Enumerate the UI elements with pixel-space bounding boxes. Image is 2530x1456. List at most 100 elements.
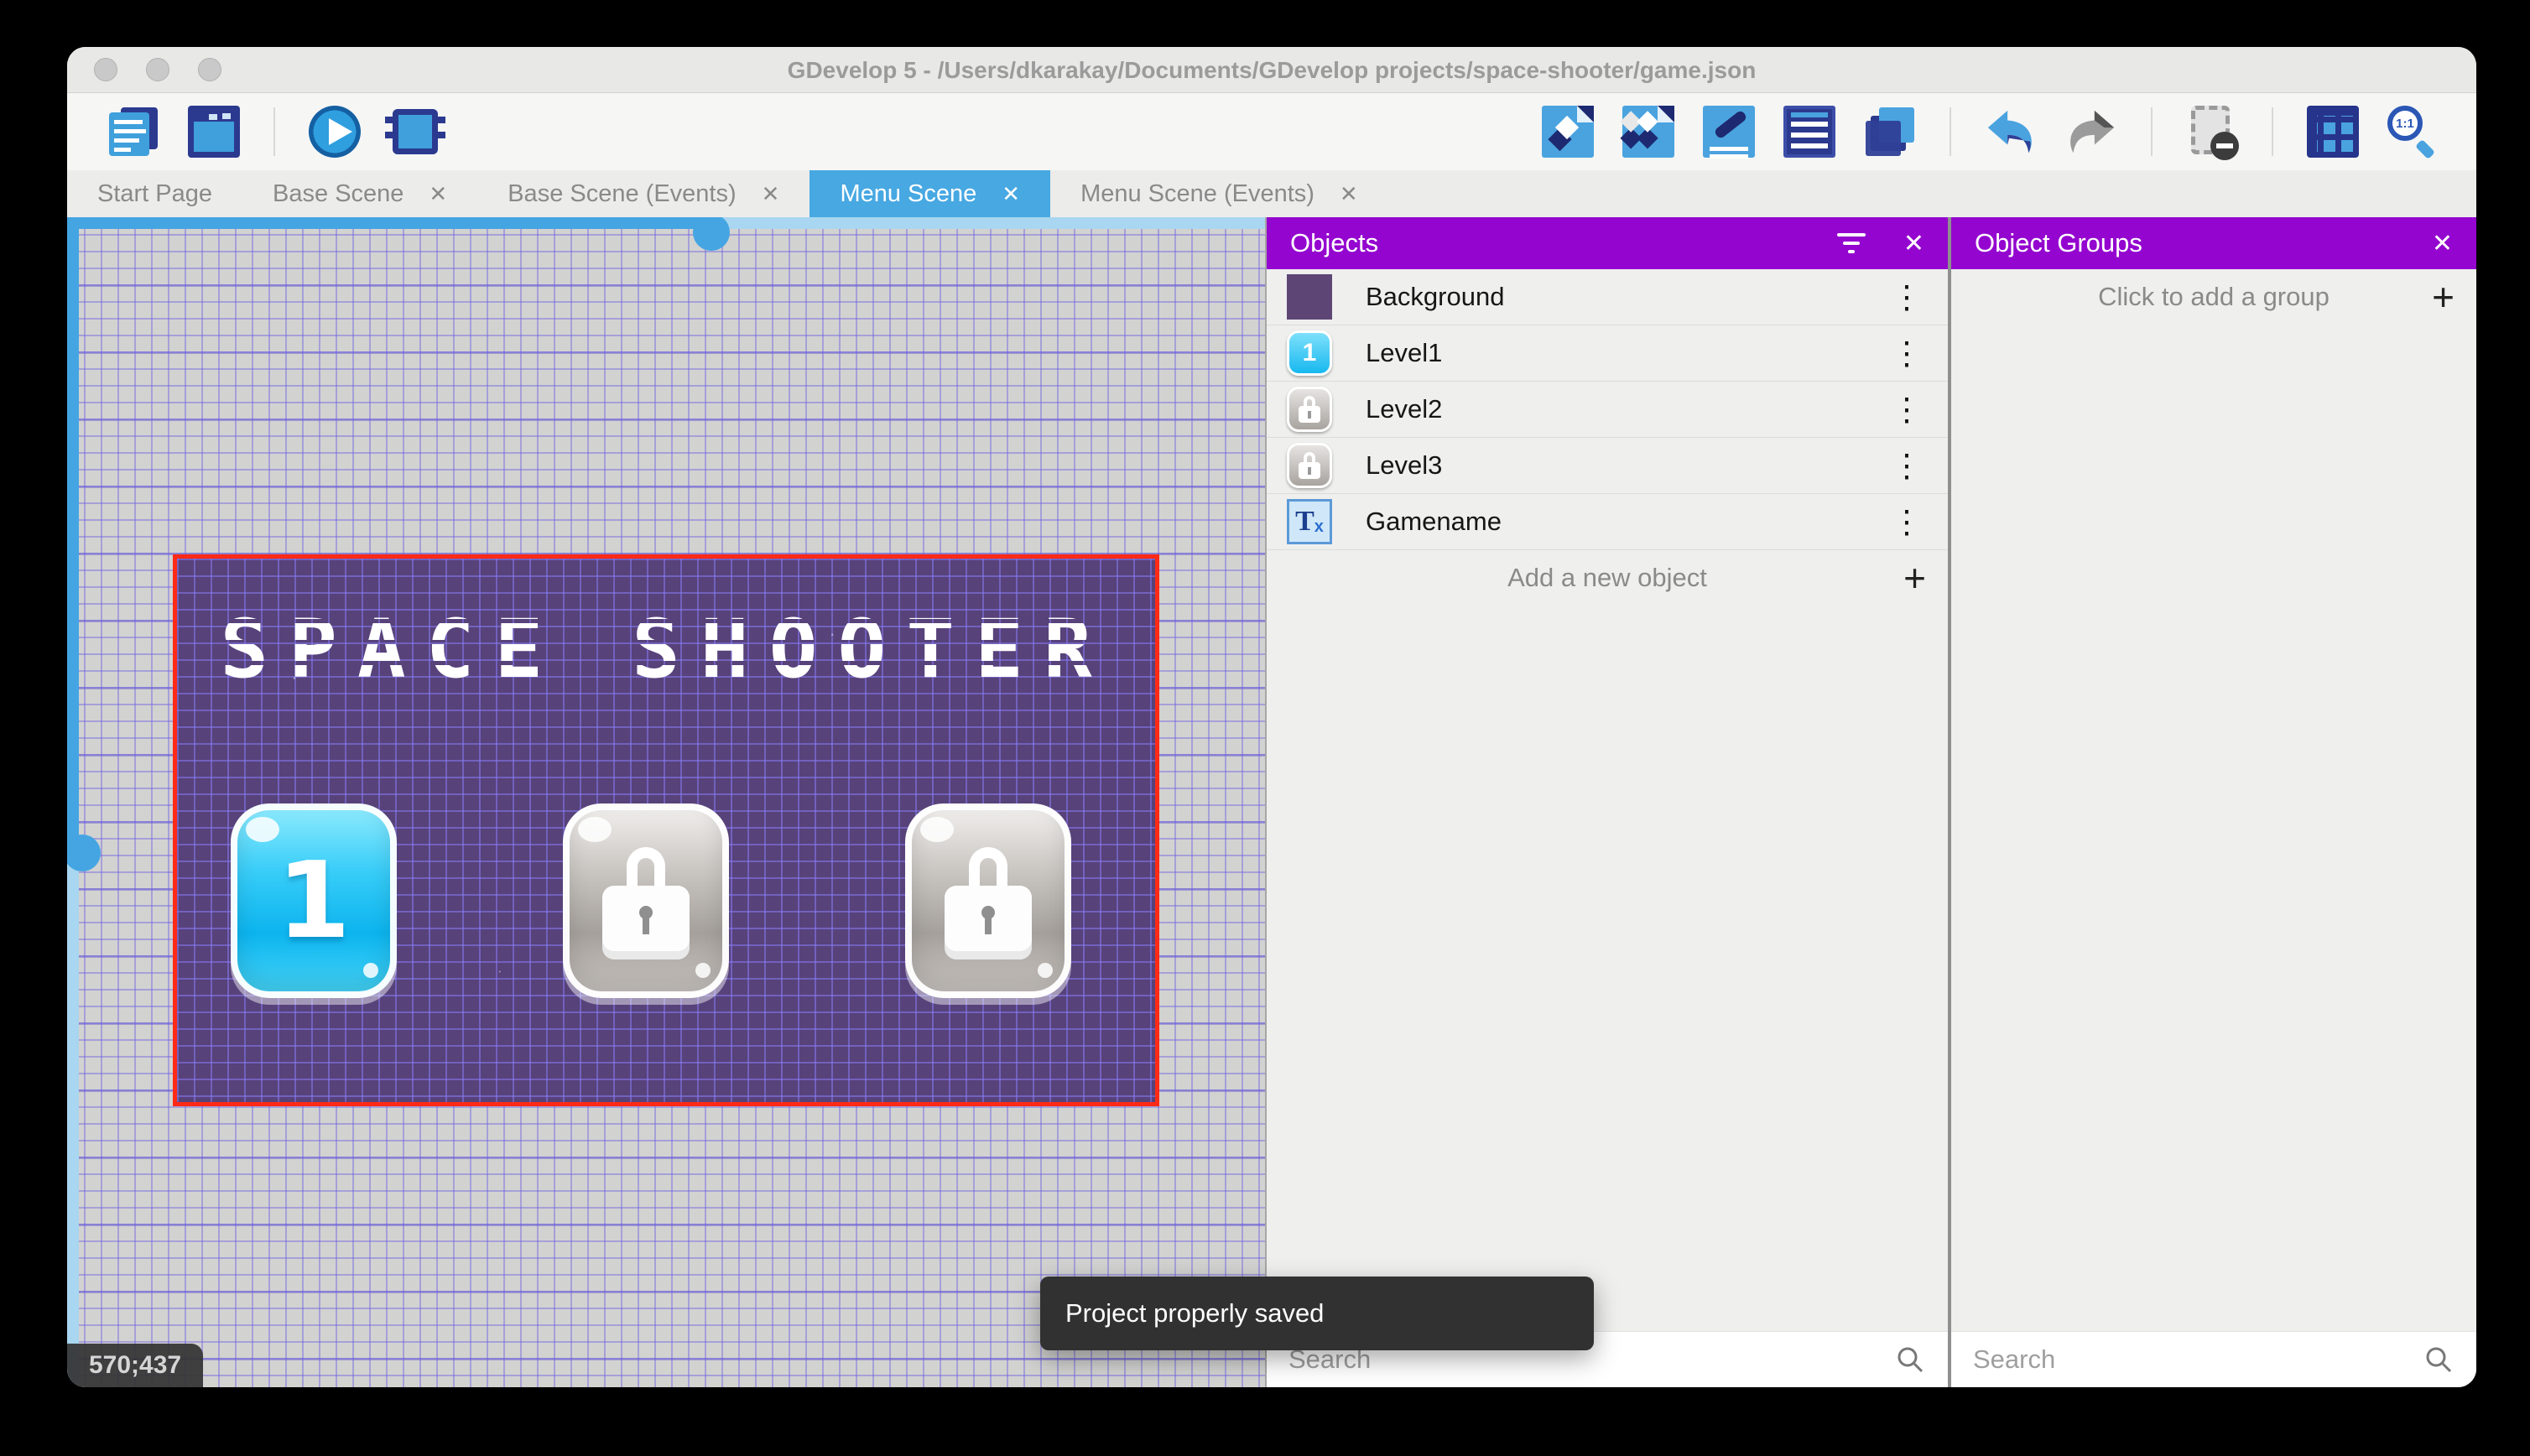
project-manager-icon[interactable] xyxy=(107,106,159,158)
mask-icon[interactable] xyxy=(2186,106,2239,160)
groups-search-bar xyxy=(1951,1331,2476,1387)
tab-close-icon[interactable]: ✕ xyxy=(429,181,447,207)
tab-menu-scene[interactable]: Menu Scene ✕ xyxy=(809,170,1051,217)
layers-editor-icon[interactable] xyxy=(1864,106,1916,158)
cursor-coordinates: 570;437 xyxy=(67,1344,204,1387)
search-icon xyxy=(2426,1347,2452,1373)
instances-list-icon[interactable] xyxy=(1783,106,1835,158)
horizontal-scrollbar[interactable] xyxy=(67,217,1265,251)
icon-art xyxy=(602,886,690,959)
properties-icon[interactable] xyxy=(1703,106,1755,158)
kebab-menu-icon[interactable]: ⋮ xyxy=(1866,503,1948,541)
scene-canvas[interactable]: SPACE SHOOTER 1 570;437 xyxy=(67,217,1267,1387)
tab-base-scene[interactable]: Base Scene ✕ xyxy=(242,170,477,217)
add-group-label: Click to add a group xyxy=(2098,282,2330,311)
zoom-1-1-icon[interactable] xyxy=(2387,106,2439,158)
tab-close-icon[interactable]: ✕ xyxy=(1002,181,1020,207)
level1-button-instance[interactable]: 1 xyxy=(231,803,397,998)
vertical-scrollbar-marker[interactable] xyxy=(67,835,101,871)
objects-panel-title: Objects xyxy=(1290,228,1379,257)
object-name: Level3 xyxy=(1366,450,1443,480)
toolbar xyxy=(67,93,2476,170)
object-row-background[interactable]: Background ⋮ xyxy=(1267,269,1948,325)
object-name: Level1 xyxy=(1366,338,1443,367)
toolbar-right-group xyxy=(1542,106,2476,160)
toolbar-divider xyxy=(273,107,275,156)
kebab-menu-icon[interactable]: ⋮ xyxy=(1866,391,1948,429)
kebab-menu-icon[interactable]: ⋮ xyxy=(1866,335,1948,372)
text-object-thumbnail: Tx xyxy=(1287,499,1332,544)
kebab-menu-icon[interactable]: ⋮ xyxy=(1866,278,1948,316)
icon-art xyxy=(385,109,445,154)
groups-search-input[interactable] xyxy=(1951,1344,2423,1375)
objects-panel-header: Objects ✕ xyxy=(1267,217,1948,269)
object-name: Background xyxy=(1366,282,1505,311)
toolbar-divider xyxy=(1950,107,1951,156)
icon-art xyxy=(981,906,995,934)
object-row-level2[interactable]: Level2 ⋮ xyxy=(1267,382,1948,438)
locked-button-thumbnail xyxy=(1287,443,1332,488)
object-groups-panel: Object Groups ✕ Click to add a group + xyxy=(1951,217,2476,1387)
add-new-object-label: Add a new object xyxy=(1507,563,1707,592)
window-title: GDevelop 5 - /Users/dkarakay/Documents/G… xyxy=(787,57,1757,83)
horizontal-scrollbar-marker[interactable] xyxy=(693,217,730,251)
tab-menu-scene-events[interactable]: Menu Scene (Events) ✕ xyxy=(1050,170,1388,217)
tab-label: Base Scene xyxy=(273,179,404,207)
main-area: SPACE SHOOTER 1 570;437 Objects ✕ Backgr… xyxy=(67,217,2476,1387)
background-thumbnail xyxy=(1287,274,1332,320)
redo-icon[interactable] xyxy=(2065,106,2117,158)
object-groups-panel-header: Object Groups ✕ xyxy=(1951,217,2476,269)
close-icon[interactable]: ✕ xyxy=(2432,229,2453,258)
debug-icon[interactable] xyxy=(385,106,445,158)
level3-button-instance[interactable] xyxy=(905,803,1071,998)
object-row-level1[interactable]: 1 Level1 ⋮ xyxy=(1267,325,1948,382)
grid-icon[interactable] xyxy=(2307,106,2359,158)
icon-art xyxy=(969,847,1007,886)
toolbar-divider xyxy=(2272,107,2273,156)
close-icon[interactable]: ✕ xyxy=(1903,229,1924,258)
level1-number: 1 xyxy=(277,839,351,962)
tab-close-icon[interactable]: ✕ xyxy=(1340,181,1358,207)
objects-editor-icon[interactable] xyxy=(1542,106,1594,158)
lock-icon xyxy=(1299,396,1320,423)
vertical-scrollbar-thumb[interactable] xyxy=(67,217,79,855)
undo-icon[interactable] xyxy=(1985,106,2037,158)
lock-icon xyxy=(602,847,690,959)
scene-editor-icon[interactable] xyxy=(188,106,240,158)
toolbar-divider xyxy=(2151,107,2153,156)
tab-base-scene-events[interactable]: Base Scene (Events) ✕ xyxy=(477,170,809,217)
gamename-text-instance[interactable]: SPACE SHOOTER xyxy=(177,602,1155,696)
icon-art xyxy=(639,906,653,934)
object-row-level3[interactable]: Level3 ⋮ xyxy=(1267,438,1948,494)
plus-icon: + xyxy=(2432,275,2455,319)
groups-panel-empty-space xyxy=(1951,325,2476,1331)
level1-button-thumbnail: 1 xyxy=(1287,330,1332,376)
tab-label: Base Scene (Events) xyxy=(508,179,737,207)
search-icon xyxy=(1898,1347,1924,1373)
lock-icon xyxy=(1299,452,1320,479)
objects-panel: Objects ✕ Background ⋮ 1 Level1 ⋮ Level2… xyxy=(1267,217,1948,1387)
tab-label: Start Page xyxy=(97,179,213,207)
filter-icon[interactable] xyxy=(1836,233,1866,253)
object-row-gamename[interactable]: Tx Gamename ⋮ xyxy=(1267,494,1948,550)
object-groups-editor-icon[interactable] xyxy=(1622,106,1674,158)
add-group-button[interactable]: Click to add a group + xyxy=(1951,269,2476,325)
object-groups-panel-title: Object Groups xyxy=(1975,228,2142,257)
locked-button-thumbnail xyxy=(1287,387,1332,432)
vertical-scrollbar[interactable] xyxy=(67,217,101,1387)
level2-button-instance[interactable] xyxy=(563,803,729,998)
icon-art xyxy=(2191,106,2239,160)
preview-play-icon[interactable] xyxy=(309,106,361,158)
icon-art xyxy=(945,886,1032,959)
horizontal-scrollbar-thumb[interactable] xyxy=(67,217,721,229)
selected-scene-background[interactable]: SPACE SHOOTER 1 xyxy=(173,554,1159,1106)
add-new-object-button[interactable]: Add a new object + xyxy=(1267,550,1948,606)
save-toast: Project properly saved xyxy=(1040,1277,1594,1350)
icon-art xyxy=(2070,110,2115,153)
tab-close-icon[interactable]: ✕ xyxy=(762,181,780,207)
kebab-menu-icon[interactable]: ⋮ xyxy=(1866,447,1948,485)
objects-panel-empty-space xyxy=(1267,606,1948,1331)
tab-label: Menu Scene xyxy=(840,179,977,207)
tab-start-page[interactable]: Start Page xyxy=(67,170,242,217)
icon-art xyxy=(1987,110,2032,153)
